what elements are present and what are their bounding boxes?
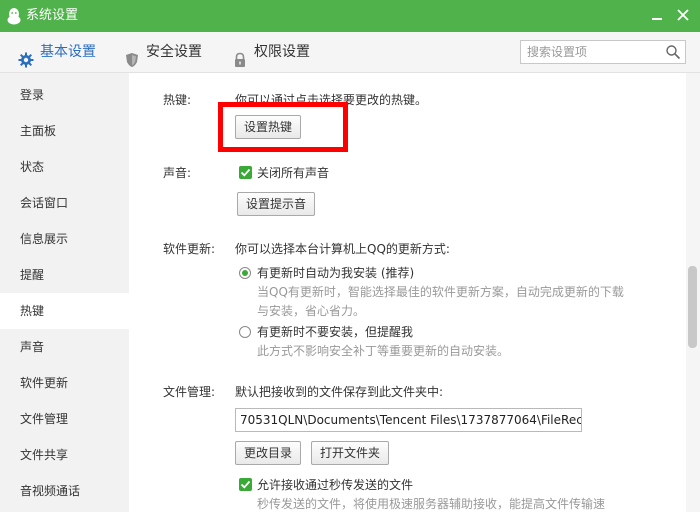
sidebar-item-status[interactable]: 状态	[0, 149, 129, 185]
mute-all-label: 关闭所有声音	[257, 166, 330, 180]
minimize-icon	[652, 18, 662, 20]
download-path-field[interactable]: 70531QLN\Documents\Tencent Files\1737877…	[235, 408, 582, 432]
auto-install-desc-line1: 当QQ有更新时，智能选择最佳的软件更新方案，自动完成更新的下载	[257, 285, 624, 299]
lock-icon	[232, 44, 248, 67]
tab-label: 基本设置	[40, 44, 96, 60]
files-section-label: 文件管理:	[163, 385, 216, 399]
tab-basic-settings[interactable]: 基本设置	[18, 32, 118, 72]
sidebar-item-av-call[interactable]: 音视频通话	[0, 473, 129, 509]
download-path-value: 70531QLN\Documents\Tencent Files\1737877…	[240, 413, 582, 427]
sidebar-item-reminder[interactable]: 提醒	[0, 257, 129, 293]
sidebar: 登录 主面板 状态 会话窗口 信息展示 提醒 热键 声音 软件更新 文件管理 文…	[0, 73, 129, 512]
files-description: 默认把接收到的文件保存到此文件夹中:	[235, 385, 444, 399]
auto-install-desc-line2: 与安装，省心省力。	[257, 304, 366, 318]
checkmark-icon	[240, 480, 251, 489]
auto-install-label: 有更新时自动为我安装 (推荐)	[257, 266, 415, 280]
sidebar-item-main-panel[interactable]: 主面板	[0, 113, 129, 149]
set-alert-sound-button[interactable]: 设置提示音	[237, 192, 316, 216]
open-folder-button[interactable]: 打开文件夹	[311, 441, 390, 465]
sidebar-item-software-update[interactable]: 软件更新	[0, 365, 129, 401]
notify-only-label: 有更新时不要安装，但提醒我	[257, 325, 414, 339]
highlight-annotation-box	[218, 102, 348, 152]
sidebar-item-login[interactable]: 登录	[0, 77, 129, 113]
sidebar-item-chat-window[interactable]: 会话窗口	[0, 185, 129, 221]
scrollbar-thumb[interactable]	[688, 266, 697, 348]
close-button[interactable]	[672, 4, 694, 26]
minimize-button[interactable]	[646, 4, 668, 26]
auto-install-radio[interactable]	[239, 267, 251, 279]
tab-bar: 基本设置 安全设置 权限设置	[0, 32, 700, 73]
gear-icon	[18, 44, 34, 68]
update-section-label: 软件更新:	[163, 242, 216, 256]
sidebar-item-hotkey[interactable]: 热键	[0, 293, 129, 329]
change-directory-button[interactable]: 更改目录	[235, 441, 302, 465]
tab-security-settings[interactable]: 安全设置	[124, 32, 224, 72]
tab-label: 权限设置	[254, 44, 310, 60]
qq-penguin-icon	[6, 7, 22, 25]
tab-permission-settings[interactable]: 权限设置	[232, 32, 332, 72]
sidebar-item-file-sharing[interactable]: 文件共享	[0, 437, 129, 473]
sound-section-label: 声音:	[163, 166, 192, 180]
settings-content: 热键: 你可以通过点击选择要更改的热键。 设置热键 声音: 关闭所有声音 设置提…	[129, 73, 686, 512]
allow-flash-transfer-label: 允许接收通过秒传发送的文件	[257, 478, 414, 492]
allow-flash-transfer-checkbox[interactable]	[239, 478, 252, 491]
update-description: 你可以选择本台计算机上QQ的更新方式:	[235, 242, 450, 256]
shield-icon	[124, 44, 140, 67]
notify-only-radio[interactable]	[239, 326, 251, 338]
flash-transfer-desc: 秒传发送的文件，将使用极速服务器辅助接收，能提高文件传输速	[257, 497, 606, 511]
checkmark-icon	[240, 168, 251, 177]
sidebar-item-file-management[interactable]: 文件管理	[0, 401, 129, 437]
tab-label: 安全设置	[146, 44, 202, 60]
sidebar-item-sound[interactable]: 声音	[0, 329, 129, 365]
mute-all-checkbox[interactable]	[239, 166, 252, 179]
title-bar: 系统设置	[0, 0, 700, 32]
window-title: 系统设置	[26, 8, 79, 23]
search-box[interactable]	[520, 40, 686, 64]
search-input[interactable]	[527, 43, 657, 61]
notify-only-desc: 此方式不影响安全补丁等重要更新的自动安装。	[257, 344, 510, 358]
hotkey-section-label: 热键:	[163, 93, 192, 107]
close-icon	[677, 9, 689, 21]
settings-window: 系统设置 基本设置 安全设置 权限设置 搜索设置项 登录 主面板 状态 会话窗口…	[0, 0, 700, 512]
search-icon[interactable]	[665, 44, 681, 60]
sidebar-item-info-display[interactable]: 信息展示	[0, 221, 129, 257]
